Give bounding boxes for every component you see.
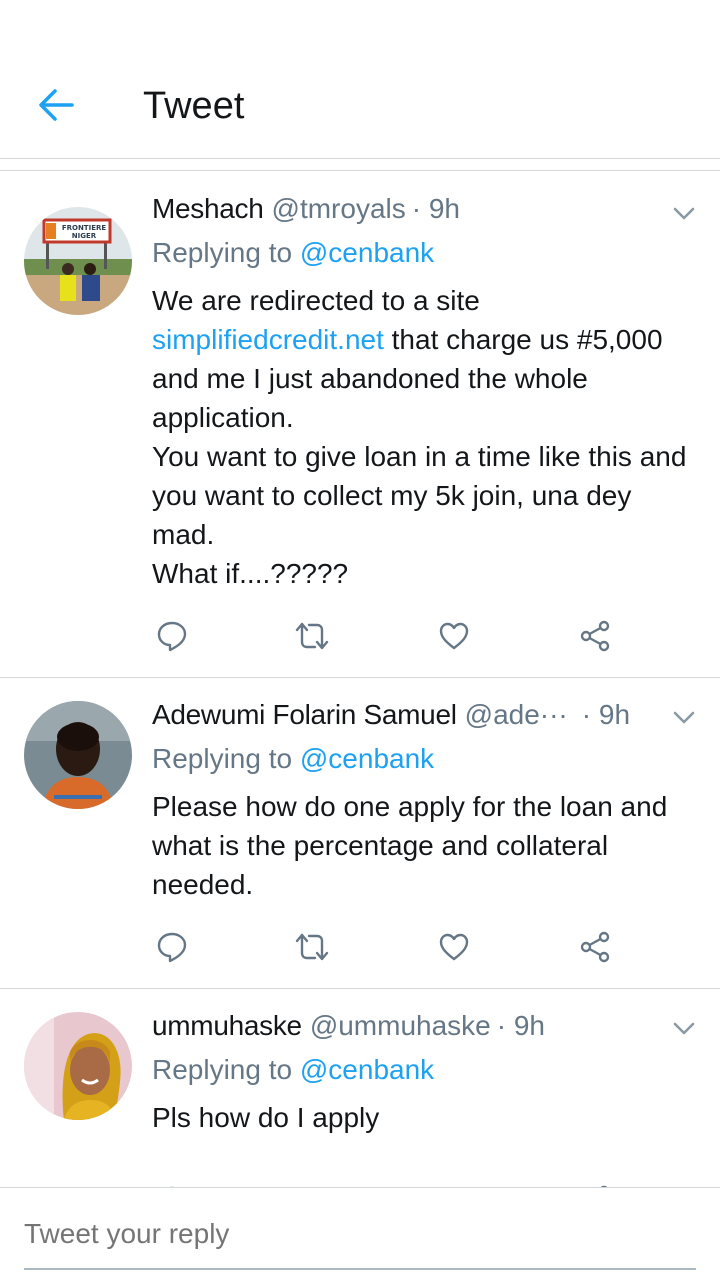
page-title: Tweet	[143, 85, 245, 127]
tweet-text: We are redirected to a site simplifiedcr…	[152, 281, 692, 593]
avatar-sign-line2: NIGER	[72, 232, 97, 240]
tweet-options-button[interactable]	[672, 705, 696, 729]
retweet-button[interactable]	[294, 618, 330, 654]
like-icon	[439, 933, 469, 961]
reply-button[interactable]	[154, 618, 190, 654]
tweet-header: Adewumi Folarin Samuel @ade··· · 9h	[152, 697, 656, 733]
reply-icon	[157, 932, 187, 963]
share-button[interactable]	[577, 929, 613, 965]
back-button[interactable]	[28, 80, 84, 130]
like-button[interactable]	[436, 929, 472, 965]
mention-link[interactable]: @cenbank	[300, 237, 434, 268]
mention-link[interactable]: @cenbank	[300, 1054, 434, 1085]
tweet-text: Pls how do I apply	[152, 1102, 380, 1133]
tweet[interactable]: ummuhaske @ummuhaske · 9h Replying to @c…	[0, 989, 720, 1187]
username[interactable]: @tmroyals	[272, 191, 406, 227]
reply-composer	[0, 1187, 720, 1280]
replying-to: Replying to @cenbank	[152, 235, 692, 271]
replying-to-label: Replying to	[152, 743, 300, 774]
tweet-content: ummuhaske @ummuhaske · 9h Replying to @c…	[152, 1008, 692, 1137]
tweet-actions	[152, 618, 720, 654]
timestamp: · 9h	[411, 193, 460, 224]
replying-to: Replying to @cenbank	[152, 1052, 692, 1088]
tweet-text-part: What if....?????	[152, 558, 349, 589]
tweet-actions	[152, 929, 720, 965]
url-link[interactable]: simplifiedcredit.net	[152, 324, 384, 355]
tweet-content: Meshach @tmroyals · 9h Replying to @cenb…	[152, 191, 692, 593]
divider	[0, 158, 720, 159]
reply-input-underline	[24, 1268, 696, 1270]
retweet-icon	[295, 933, 329, 961]
tweet-header: ummuhaske @ummuhaske · 9h	[152, 1008, 692, 1044]
display-name[interactable]: Meshach	[152, 191, 264, 227]
tweet-content: Adewumi Folarin Samuel @ade··· · 9h Repl…	[152, 697, 667, 904]
replying-to-label: Replying to	[152, 1054, 300, 1085]
share-button[interactable]	[577, 618, 613, 654]
tweet-header: Meshach @tmroyals · 9h	[152, 191, 692, 227]
replying-to-label: Replying to	[152, 237, 300, 268]
username[interactable]: @ade···	[465, 697, 568, 733]
retweet-icon	[295, 622, 329, 650]
like-button[interactable]	[436, 618, 472, 654]
username[interactable]: @ummuhaske	[310, 1008, 491, 1044]
retweet-button[interactable]	[294, 929, 330, 965]
reply-input[interactable]	[24, 1218, 696, 1250]
reply-button[interactable]	[154, 929, 190, 965]
avatar[interactable]: FRONTIERE NIGER	[24, 207, 132, 315]
mention-link[interactable]: @cenbank	[300, 743, 434, 774]
top-bar: Tweet	[0, 0, 720, 171]
share-icon	[580, 620, 610, 652]
share-icon	[580, 931, 610, 963]
reply-icon	[157, 621, 187, 652]
replies-feed[interactable]: FRONTIERE NIGER Meshach @tmroyals · 9h R…	[0, 171, 720, 1187]
tweet-text: Please how do one apply for the loan and…	[152, 791, 668, 900]
display-name[interactable]: ummuhaske	[152, 1008, 302, 1044]
tweet-text-part: We are redirected to a site	[152, 285, 480, 316]
like-icon	[439, 622, 469, 650]
timestamp: · 9h	[581, 699, 631, 730]
avatar[interactable]	[24, 1012, 132, 1120]
replying-to: Replying to @cenbank	[152, 741, 656, 777]
avatar[interactable]	[24, 701, 132, 809]
chevron-down-icon	[673, 711, 695, 724]
avatar-sign-line1: FRONTIERE	[62, 224, 107, 232]
tweet-text-part: You want to give loan in a time like thi…	[152, 441, 687, 550]
back-arrow-icon	[39, 89, 74, 121]
timestamp: · 9h	[496, 1010, 545, 1041]
display-name[interactable]: Adewumi Folarin Samuel	[152, 697, 457, 733]
tweet[interactable]: Adewumi Folarin Samuel @ade··· · 9h Repl…	[0, 678, 720, 989]
tweet[interactable]: FRONTIERE NIGER Meshach @tmroyals · 9h R…	[0, 171, 720, 678]
